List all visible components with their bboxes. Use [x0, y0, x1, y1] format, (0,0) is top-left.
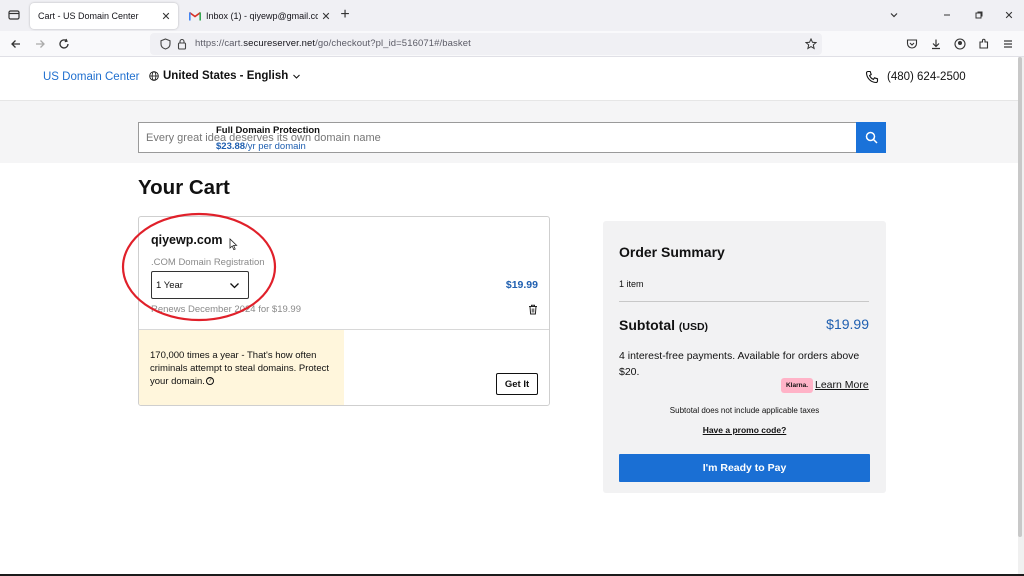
chevron-down-icon: [230, 283, 239, 289]
klarna-message: 4 interest-free payments. Available for …: [619, 350, 860, 378]
promo-code-link[interactable]: Have a promo code?: [603, 425, 886, 435]
term-value: 1 Year: [156, 279, 183, 291]
browser-nav-bar: https://cart.secureserver.net/go/checkou…: [0, 31, 1024, 57]
domain-name: qiyewp.com: [151, 233, 223, 247]
protection-price: $23.88/yr per domain: [216, 141, 306, 152]
protection-message: 170,000 times a year - That's how often …: [150, 350, 329, 387]
new-tab-icon[interactable]: +: [336, 6, 354, 24]
page-title: Your Cart: [138, 176, 230, 199]
shield-icon[interactable]: [158, 37, 172, 51]
phone-link[interactable]: (480) 624-2500: [865, 70, 966, 84]
tax-note: Subtotal does not include applicable tax…: [669, 406, 820, 415]
phone-number: (480) 624-2500: [887, 71, 966, 83]
chevron-down-icon: [293, 74, 301, 79]
trash-icon[interactable]: [528, 304, 538, 315]
page-scrollbar[interactable]: [1018, 57, 1024, 576]
get-it-button[interactable]: Get It: [496, 373, 538, 395]
info-icon[interactable]: ?: [205, 377, 214, 385]
globe-icon: [149, 71, 159, 81]
subtotal-amount: $19.99: [826, 316, 869, 332]
locale-selector[interactable]: United States - English: [149, 70, 301, 82]
gmail-icon: [189, 11, 201, 21]
downloads-icon[interactable]: [927, 35, 945, 53]
pocket-icon[interactable]: [903, 35, 921, 53]
search-icon: [865, 131, 878, 144]
brand-link[interactable]: US Domain Center: [43, 71, 140, 83]
tab-inbox[interactable]: Inbox (1) - qiyewp@gmail.com ✕: [181, 3, 338, 29]
klarna-logo: Klarna.: [781, 378, 813, 393]
term-select[interactable]: 1 Year: [151, 271, 249, 299]
close-tab-icon[interactable]: ✕: [158, 8, 174, 24]
locale-label: United States - English: [163, 70, 289, 82]
order-summary-panel: Order Summary 1 item Subtotal (USD) $19.…: [603, 221, 886, 493]
subtotal-label: Subtotal (USD): [619, 317, 709, 333]
url-text[interactable]: https://cart.secureserver.net/go/checkou…: [195, 38, 471, 49]
site-header: US Domain Center United States - English…: [0, 57, 1024, 101]
bookmark-star-icon[interactable]: [804, 37, 818, 51]
ready-to-pay-button[interactable]: I'm Ready to Pay: [619, 454, 870, 482]
address-bar[interactable]: https://cart.secureserver.net/go/checkou…: [150, 33, 822, 55]
extensions-icon[interactable]: [975, 35, 993, 53]
lock-icon[interactable]: [175, 37, 189, 51]
item-price: $19.99: [505, 279, 538, 291]
close-tab-icon[interactable]: ✕: [318, 8, 334, 24]
item-count: 1 item: [619, 279, 644, 289]
list-all-tabs-icon[interactable]: [885, 6, 903, 24]
scrollbar-thumb[interactable]: [1018, 57, 1022, 537]
learn-more-link[interactable]: Learn More: [815, 379, 869, 391]
restore-icon[interactable]: [970, 6, 988, 24]
tab-cart[interactable]: Cart - US Domain Center ✕: [30, 3, 178, 29]
tab-title: Cart - US Domain Center: [38, 11, 139, 21]
domain-type: .COM Domain Registration: [151, 257, 265, 268]
minimize-icon[interactable]: [938, 6, 956, 24]
protection-promo-panel: 170,000 times a year - That's how often …: [139, 330, 344, 405]
forward-icon[interactable]: [31, 35, 49, 53]
close-window-icon[interactable]: ✕: [1000, 6, 1018, 24]
order-summary-title: Order Summary: [619, 244, 725, 260]
menu-icon[interactable]: [999, 35, 1017, 53]
renewal-note: Renews December 2024 for $19.99: [151, 304, 301, 315]
cart-item-card: qiyewp.com .COM Domain Registration 1 Ye…: [138, 216, 550, 406]
back-icon[interactable]: [7, 35, 25, 53]
domain-search-band: [0, 101, 1022, 163]
search-button[interactable]: [856, 122, 886, 153]
protection-title: Full Domain Protection: [216, 125, 320, 136]
browser-tab-bar: Cart - US Domain Center ✕ Inbox (1) - qi…: [0, 0, 1024, 31]
mouse-cursor-icon: [229, 238, 238, 251]
reload-icon[interactable]: [55, 35, 73, 53]
phone-icon: [865, 70, 879, 84]
tab-list-icon[interactable]: [6, 7, 22, 23]
account-icon[interactable]: [951, 35, 969, 53]
summary-divider: [619, 301, 869, 302]
tab-title: Inbox (1) - qiyewp@gmail.com: [206, 11, 318, 21]
